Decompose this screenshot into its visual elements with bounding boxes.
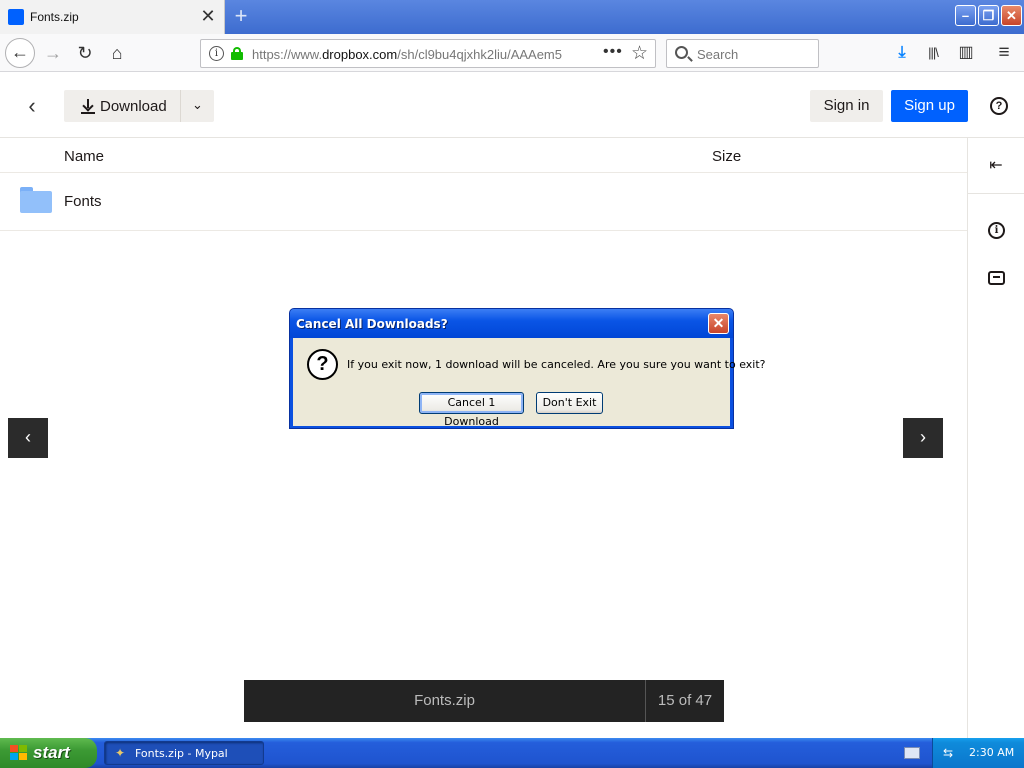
forward-button[interactable]: → — [38, 38, 68, 68]
home-button[interactable]: ⌂ — [102, 38, 132, 68]
url-domain: dropbox.com — [322, 47, 398, 62]
dialog-body: ? If you exit now, 1 download will be ca… — [293, 338, 766, 428]
browser-tab-strip: Fonts.zip ✕ + – ❐ ✕ — [0, 0, 1024, 34]
search-input[interactable]: Search — [666, 39, 819, 68]
site-info-icon[interactable]: i — [209, 46, 224, 61]
keyboard-icon[interactable] — [904, 747, 920, 759]
cancel-downloads-dialog: Cancel All Downloads? ✕ ? If you exit no… — [289, 308, 766, 429]
collapse-sidebar-icon[interactable]: ⇤ — [986, 156, 1006, 176]
maximize-button[interactable]: ❐ — [978, 5, 999, 26]
search-placeholder: Search — [697, 47, 739, 62]
dialog-title: Cancel All Downloads? — [296, 317, 448, 331]
clock[interactable]: 2:30 AM — [969, 746, 1014, 759]
search-icon — [675, 46, 688, 59]
url-bar[interactable]: i https://www.dropbox.com/sh/cl9bu4qjxhk… — [200, 39, 656, 68]
sign-in-button[interactable]: Sign in — [810, 90, 883, 122]
url-prefix: https://www. — [252, 47, 323, 62]
tab-close-icon[interactable]: ✕ — [199, 6, 217, 26]
system-tray: ⇆ 2:30 AM — [932, 738, 1024, 768]
download-button-group: Download ⌄ — [64, 90, 214, 122]
dialog-close-button[interactable]: ✕ — [708, 313, 729, 334]
library-icon[interactable]: |||\ — [922, 42, 944, 64]
sign-up-button[interactable]: Sign up — [891, 90, 968, 122]
info-icon[interactable]: i — [988, 222, 1005, 239]
list-item-name: Fonts — [64, 193, 102, 210]
sidebar-toggle-icon[interactable]: ▥ — [955, 42, 977, 64]
file-position-bar: Fonts.zip 15 of 47 — [244, 680, 724, 722]
back-button[interactable]: ← — [5, 38, 35, 68]
download-button[interactable]: Download — [64, 90, 180, 122]
windows-logo-icon — [10, 745, 28, 761]
browser-tab[interactable]: Fonts.zip ✕ — [0, 0, 225, 34]
column-header-name[interactable]: Name — [64, 148, 104, 165]
chevron-down-icon[interactable]: ⌄ — [181, 90, 214, 122]
previous-file-button[interactable]: ‹ — [8, 418, 48, 458]
browser-nav-bar: ← → ↻ ⌂ i https://www.dropbox.com/sh/cl9… — [0, 34, 1024, 72]
menu-icon[interactable]: ≡ — [993, 42, 1015, 64]
network-icon[interactable]: ⇆ — [943, 746, 957, 760]
question-icon: ? — [307, 349, 338, 380]
download-label: Download — [100, 98, 167, 115]
start-button[interactable]: start — [0, 738, 97, 768]
url-path: /sh/cl9bu4qjxhk2liu/AAAem5 — [397, 47, 562, 62]
folder-icon — [20, 187, 52, 213]
taskbar-item-mypal[interactable]: ✦ Fonts.zip - Mypal — [104, 741, 264, 765]
file-list: Name Size Fonts — [0, 138, 967, 738]
mypal-app-icon: ✦ — [115, 746, 126, 760]
page-actions-icon[interactable]: ••• — [603, 43, 623, 61]
next-file-button[interactable]: › — [903, 418, 943, 458]
download-icon — [80, 98, 96, 114]
file-position-counter: 15 of 47 — [657, 692, 713, 709]
dont-exit-button[interactable]: Don't Exit — [536, 392, 603, 414]
current-file-name: Fonts.zip — [414, 692, 475, 709]
bookmark-star-icon[interactable]: ☆ — [631, 42, 648, 65]
tab-title: Fonts.zip — [30, 10, 79, 24]
list-item[interactable]: Fonts — [0, 173, 967, 230]
new-tab-button[interactable]: + — [230, 5, 252, 27]
window-close-button[interactable]: ✕ — [1001, 5, 1022, 26]
divider — [0, 230, 967, 231]
dialog-message: If you exit now, 1 download will be canc… — [347, 358, 766, 371]
taskbar-item-label: Fonts.zip - Mypal — [135, 747, 228, 760]
screen: Fonts.zip ✕ + – ❐ ✕ ← → ↻ ⌂ i https://ww… — [0, 0, 1024, 768]
downloads-icon[interactable]: ⤓ — [891, 42, 913, 64]
start-label: start — [33, 743, 70, 762]
minimize-button[interactable]: – — [955, 5, 976, 26]
comment-icon[interactable] — [988, 271, 1005, 285]
help-icon[interactable]: ? — [990, 97, 1008, 115]
reload-button[interactable]: ↻ — [70, 38, 100, 68]
column-header-size[interactable]: Size — [712, 148, 741, 165]
divider — [968, 193, 1024, 194]
right-sidebar: ⇤ i — [967, 138, 1024, 738]
taskbar: start ✦ Fonts.zip - Mypal ⇆ 2:30 AM — [0, 738, 1024, 768]
back-chevron-icon[interactable]: ‹ — [20, 94, 44, 118]
dialog-title-bar[interactable]: Cancel All Downloads? ✕ — [290, 309, 733, 338]
url-text[interactable]: https://www.dropbox.com/sh/cl9bu4qjxhk2l… — [252, 47, 572, 62]
cancel-download-button[interactable]: Cancel 1 Download — [419, 392, 524, 428]
lock-icon — [231, 47, 243, 60]
dropbox-favicon-icon — [8, 9, 24, 25]
